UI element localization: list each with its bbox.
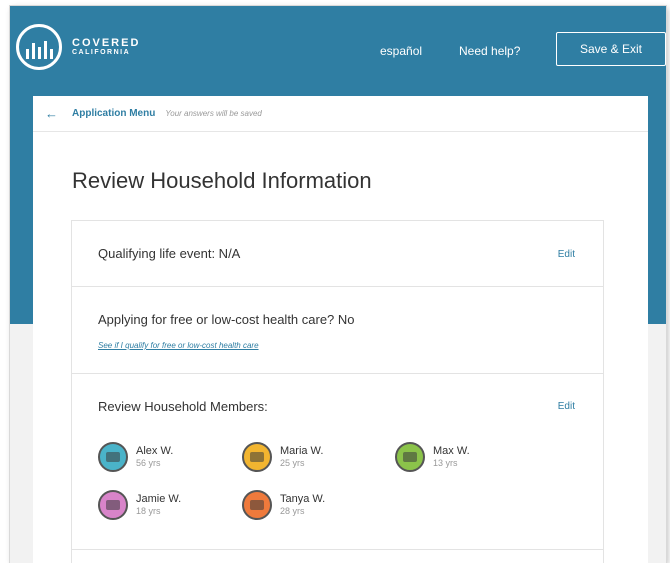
life-event-section: Qualifying life event: N/A Edit [72, 221, 603, 287]
members-title: Review Household Members: [98, 399, 268, 414]
menu-bar: ← Application Menu Your answers will be … [33, 96, 648, 132]
life-event-edit-link[interactable]: Edit [558, 249, 575, 260]
main-card: ← Application Menu Your answers will be … [33, 96, 648, 563]
header: COVERED CALIFORNIA español Need help? Sa… [10, 6, 666, 92]
members-section: Review Household Members: Edit Alex W. 5… [72, 374, 603, 550]
member-name: Tanya W. [280, 492, 326, 505]
member-name: Max W. [433, 444, 470, 457]
member-age: 13 yrs [433, 458, 458, 469]
logo-line2: CALIFORNIA [72, 49, 131, 57]
arrow-left-icon[interactable]: ← [45, 106, 58, 121]
household-member[interactable]: Jamie W. 18 yrs [98, 490, 181, 520]
household-member[interactable]: Maria W. 25 yrs [242, 442, 323, 472]
logo-text: COVERED CALIFORNIA [72, 36, 141, 57]
member-name: Jamie W. [136, 492, 182, 505]
app-frame: COVERED CALIFORNIA español Need help? Sa… [10, 6, 666, 563]
member-age: 56 yrs [136, 458, 161, 469]
language-link[interactable]: español [380, 44, 422, 58]
member-name: Maria W. [280, 444, 324, 457]
health-care-text: Applying for free or low-cost health car… [98, 312, 355, 327]
member-age: 28 yrs [280, 506, 305, 517]
household-member[interactable]: Tanya W. 28 yrs [242, 490, 325, 520]
household-member[interactable]: Max W. 13 yrs [395, 442, 470, 472]
page-title: Review Household Information [72, 168, 372, 193]
building-icon [98, 442, 128, 472]
application-menu-link[interactable]: Application Menu [72, 108, 155, 119]
saved-note: Your answers will be saved [165, 109, 262, 118]
member-age: 25 yrs [280, 458, 305, 469]
members-edit-link[interactable]: Edit [558, 401, 575, 412]
member-age: 18 yrs [136, 506, 161, 517]
help-link[interactable]: Need help? [459, 44, 520, 58]
health-care-section: Applying for free or low-cost health car… [72, 287, 603, 374]
save-exit-button[interactable]: Save & Exit [556, 32, 666, 66]
logo-line1: COVERED [72, 36, 141, 49]
life-event-text: Qualifying life event: N/A [98, 246, 241, 261]
capsule-icon [395, 442, 425, 472]
member-name: Alex W. [136, 444, 174, 457]
qualify-link[interactable]: See if I qualify for free or low-cost he… [98, 341, 259, 350]
household-member[interactable]: Alex W. 56 yrs [98, 442, 173, 472]
covered-california-logo[interactable]: COVERED CALIFORNIA [16, 24, 140, 70]
logo-mark-icon [16, 24, 62, 70]
bridge-icon [242, 442, 272, 472]
leaf-icon [242, 490, 272, 520]
bear-icon [98, 490, 128, 520]
household-sections: Qualifying life event: N/A Edit Applying… [71, 220, 604, 563]
